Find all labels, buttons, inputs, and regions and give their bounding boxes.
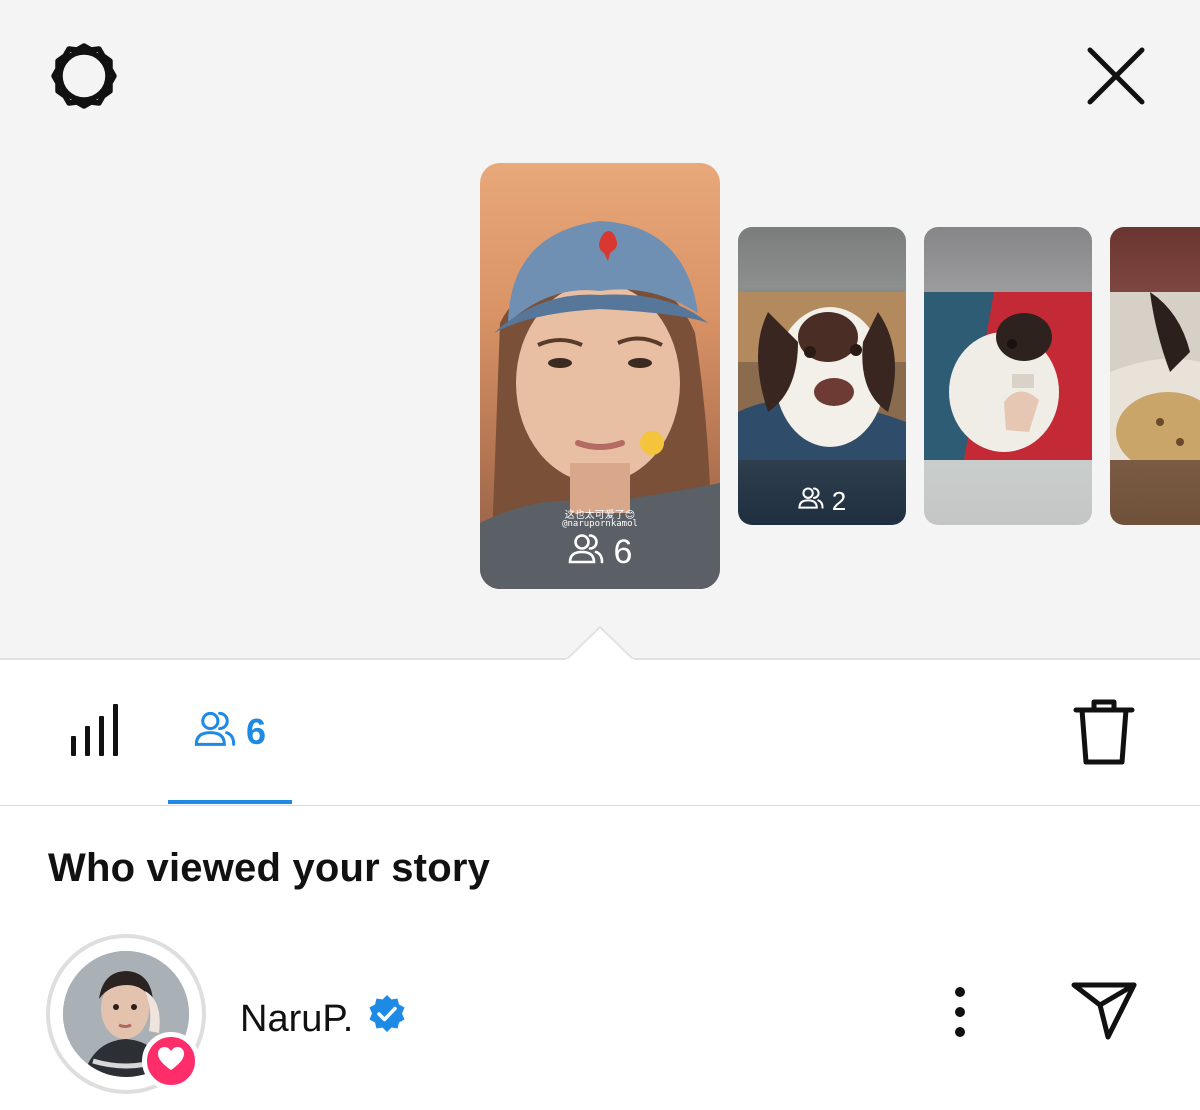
viewer-row[interactable]: NaruP. xyxy=(0,930,1200,1100)
viewers-icon xyxy=(568,531,604,574)
more-vertical-icon xyxy=(954,986,966,1043)
story-viewer-count: 2 xyxy=(738,485,906,517)
story-photo xyxy=(924,292,1092,460)
story-thumbnail[interactable]: 2 xyxy=(738,227,906,525)
story-tabs: 6 xyxy=(0,660,1200,806)
story-viewer-count: 6 xyxy=(480,531,720,574)
delete-story-button[interactable] xyxy=(1068,696,1140,772)
selected-story-pointer xyxy=(566,626,634,662)
close-icon xyxy=(1086,46,1146,111)
story-viewer-count-value: 2 xyxy=(831,485,847,516)
active-tab-indicator xyxy=(168,800,292,804)
story-thumbnail[interactable] xyxy=(924,227,1092,525)
story-strip-area: 这也太可爱了😊 @narupornkamol 6 2 xyxy=(0,0,1200,662)
bar-chart-icon xyxy=(69,702,123,763)
viewers-section-title: Who viewed your story xyxy=(48,846,491,890)
settings-button[interactable] xyxy=(44,38,124,118)
tab-insights[interactable] xyxy=(60,700,132,764)
like-badge xyxy=(142,1032,200,1090)
verified-badge-icon xyxy=(367,994,407,1044)
heart-icon xyxy=(157,1046,185,1077)
viewers-icon xyxy=(798,485,824,517)
story-thumbnail-selected[interactable]: 这也太可爱了😊 @narupornkamol 6 xyxy=(480,163,720,589)
story-photo xyxy=(738,292,906,460)
viewers-icon xyxy=(194,708,236,757)
story-photo xyxy=(1110,292,1200,460)
send-message-button[interactable] xyxy=(1064,980,1144,1046)
viewer-username-text: NaruP. xyxy=(240,997,354,1040)
more-options-button[interactable] xyxy=(940,986,980,1042)
viewer-avatar-ring[interactable] xyxy=(46,934,206,1094)
story-thumbnail[interactable] xyxy=(1110,227,1200,525)
tab-viewers-count: 6 xyxy=(245,711,267,752)
gear-icon xyxy=(48,40,120,117)
close-button[interactable] xyxy=(1076,38,1156,118)
story-caption-line-2: @narupornkamol xyxy=(562,519,638,529)
send-icon xyxy=(1070,981,1138,1046)
story-viewer-count-value: 6 xyxy=(613,533,633,571)
trash-icon xyxy=(1072,698,1136,771)
tab-viewers[interactable]: 6 xyxy=(168,700,292,764)
viewer-username[interactable]: NaruP. xyxy=(240,994,407,1044)
